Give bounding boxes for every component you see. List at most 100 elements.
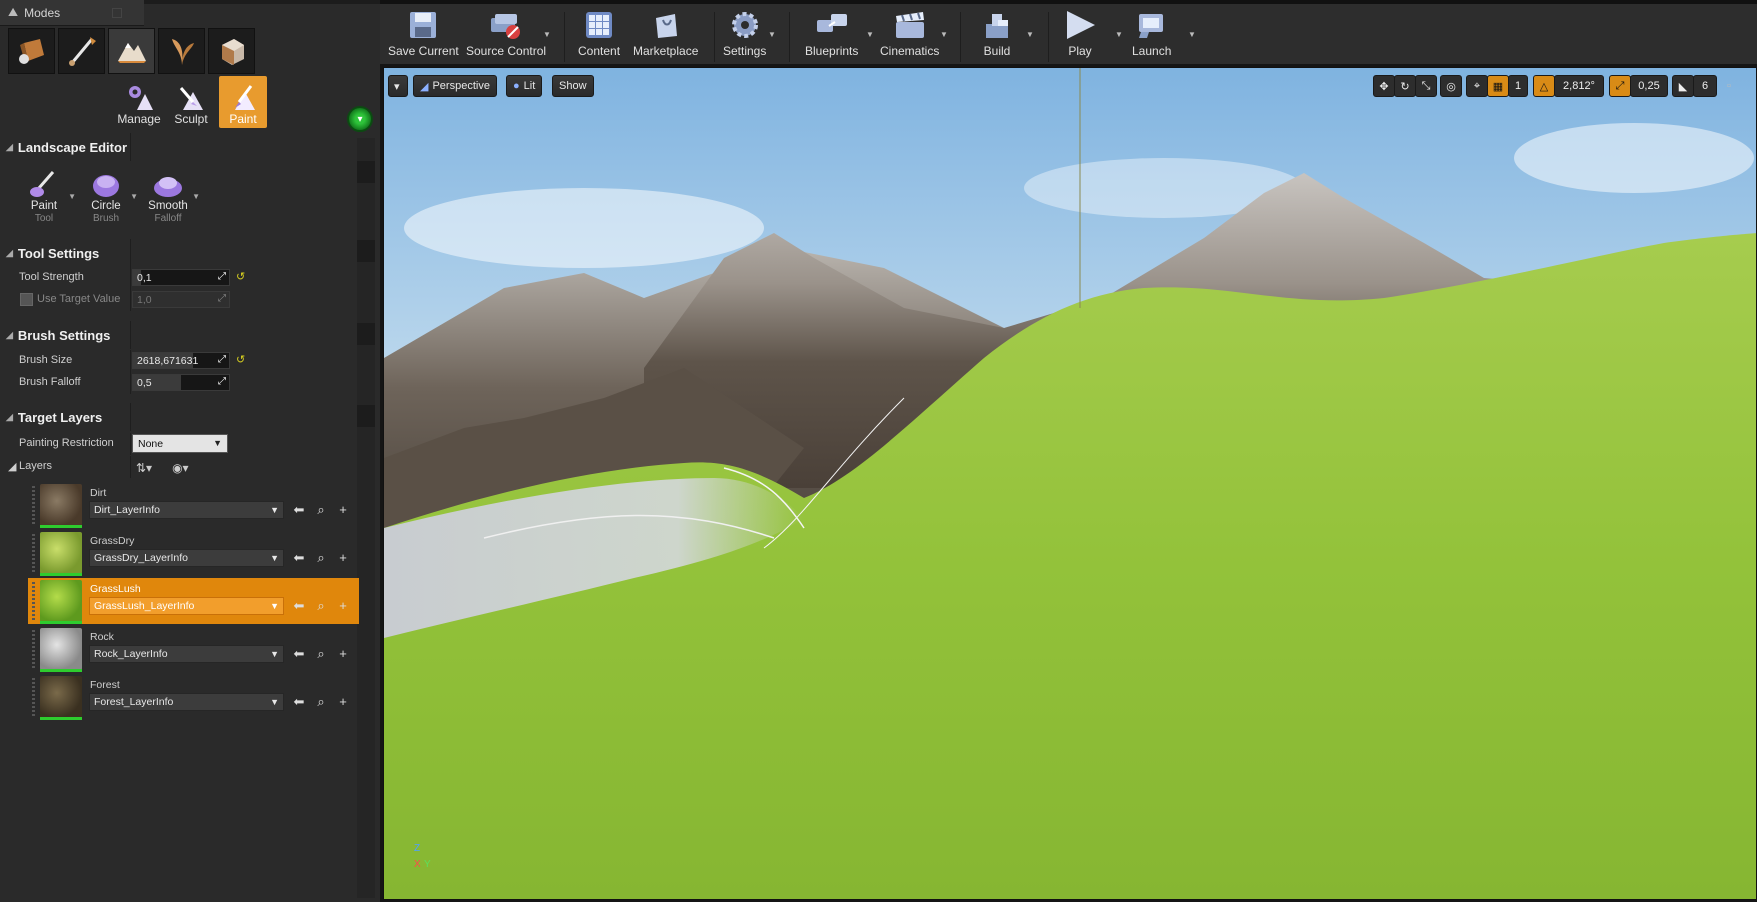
expand-arrows-icon[interactable]: ⤢ [218,376,226,387]
browse-magnifier-icon[interactable]: ⌕ [313,550,329,566]
launch-button[interactable]: Launch [1132,8,1171,58]
camera-speed-icon[interactable]: ◣ [1672,75,1694,97]
use-selected-arrow-icon[interactable]: ⬅ [291,550,307,566]
layer-row[interactable]: Dirt Dirt_LayerInfo ▼ ⬅ ⌕ + [28,482,359,528]
close-icon[interactable] [112,8,122,18]
paint-mode-button[interactable] [58,28,105,74]
browse-magnifier-icon[interactable]: ⌕ [313,502,329,518]
build-button[interactable]: Build [980,8,1014,58]
paint-tool-button[interactable]: Paint Tool ▼ [22,168,76,224]
expand-arrows-icon[interactable]: ⤢ [218,354,226,365]
marketplace-button[interactable]: Marketplace [633,8,698,58]
drag-handle[interactable] [32,630,35,668]
section-brush-settings[interactable]: ◢ Brush Settings [0,321,357,349]
use-selected-arrow-icon[interactable]: ⬅ [291,646,307,662]
brush-falloff-input[interactable]: 0,5 ⤢ [132,374,230,391]
painting-restriction-select[interactable]: None ▼ [132,434,228,453]
translate-tool-icon[interactable]: ✥ [1373,75,1395,97]
scale-tool-icon[interactable]: ⤡ [1415,75,1437,97]
mode-indicator-icon[interactable]: ▾ [347,106,373,132]
reset-icon[interactable]: ↺ [236,270,245,283]
surface-snap-icon[interactable]: ⌖ [1466,75,1488,97]
maximize-viewport-icon[interactable]: ▫ [1722,75,1736,97]
manage-mode-button[interactable]: Manage [115,76,163,128]
section-tool-settings[interactable]: ◢ Tool Settings [0,239,357,267]
chevron-down-icon[interactable]: ▼ [768,30,776,39]
tool-strength-input[interactable]: 0,1 ⤢ [132,269,230,286]
lit-button[interactable]: ● Lit [506,75,543,97]
content-button[interactable]: Content [578,8,620,58]
browse-magnifier-icon[interactable]: ⌕ [313,598,329,614]
viewport-options-button[interactable]: ▾ [388,75,408,97]
add-plus-icon[interactable]: + [335,646,351,661]
add-plus-icon[interactable]: + [335,694,351,709]
cinematics-button[interactable]: Cinematics [880,8,939,58]
settings-button[interactable]: Settings [723,8,766,58]
chevron-down-icon[interactable]: ▼ [1115,30,1123,39]
use-selected-arrow-icon[interactable]: ⬅ [291,694,307,710]
expand-arrows-icon[interactable]: ⤢ [218,271,226,282]
add-plus-icon[interactable]: + [335,502,351,517]
layer-info-select[interactable]: GrassLush_LayerInfo ▼ [89,597,284,615]
browse-magnifier-icon[interactable]: ⌕ [313,694,329,710]
grid-size-value[interactable]: 1 [1508,75,1528,97]
layer-info-select[interactable]: Rock_LayerInfo ▼ [89,645,284,663]
play-button[interactable]: Play [1063,8,1097,58]
modes-tab[interactable]: ⛰ Modes [0,0,144,26]
place-mode-button[interactable] [8,28,55,74]
camera-speed-value[interactable]: 6 [1693,75,1717,97]
smooth-falloff-button[interactable]: Smooth Falloff ▼ [146,168,200,224]
reset-icon[interactable]: ↺ [236,353,245,366]
level-viewport[interactable]: ▾ ◢ Perspective ● Lit Show ✥ ↻ ⤡ ◎ ⌖ ▦ 1… [383,67,1757,900]
circle-brush-button[interactable]: Circle Brush ▼ [84,168,138,224]
chevron-down-icon[interactable]: ▼ [543,30,551,39]
chevron-down-icon[interactable]: ▼ [130,192,138,201]
layer-info-select[interactable]: GrassDry_LayerInfo ▼ [89,549,284,567]
chevron-down-icon[interactable]: ▼ [192,192,200,201]
blueprints-button[interactable]: Blueprints [805,8,858,58]
layer-row[interactable]: Rock Rock_LayerInfo ▼ ⬅ ⌕ + [28,626,359,672]
drag-handle[interactable] [32,678,35,716]
foliage-mode-button[interactable] [158,28,205,74]
drag-handle[interactable] [32,534,35,572]
sort-layers-icon[interactable]: ⇅▾ [136,461,152,475]
geometry-mode-button[interactable] [208,28,255,74]
layer-info-select[interactable]: Forest_LayerInfo ▼ [89,693,284,711]
visibility-eye-icon[interactable]: ◉▾ [172,461,189,475]
source-control-button[interactable]: Source Control [466,8,546,58]
layer-row-selected[interactable]: GrassLush GrassLush_LayerInfo ▼ ⬅ ⌕ + [28,578,359,624]
chevron-down-icon[interactable]: ▼ [940,30,948,39]
layer-info-select[interactable]: Dirt_LayerInfo ▼ [89,501,284,519]
drag-handle[interactable] [32,582,35,620]
chevron-down-icon[interactable]: ▼ [1026,30,1034,39]
chevron-down-icon[interactable]: ▼ [1188,30,1196,39]
world-local-icon[interactable]: ◎ [1440,75,1462,97]
add-plus-icon[interactable]: + [335,598,351,613]
grid-snap-icon[interactable]: ▦ [1487,75,1509,97]
landscape-mode-button[interactable] [108,28,155,74]
section-landscape-editor[interactable]: ◢ Landscape Editor [0,133,357,161]
rotate-tool-icon[interactable]: ↻ [1394,75,1416,97]
chevron-down-icon[interactable]: ▼ [866,30,874,39]
scale-snap-icon[interactable]: ⤢ [1609,75,1631,97]
layers-collapse-icon[interactable]: ◢ [8,460,16,473]
scale-snap-value[interactable]: 0,25 [1630,75,1668,97]
perspective-button[interactable]: ◢ Perspective [413,75,497,97]
section-target-layers[interactable]: ◢ Target Layers [0,403,357,431]
use-target-value-checkbox[interactable] [20,293,33,306]
show-button[interactable]: Show [552,75,594,97]
brush-size-input[interactable]: 2618,671631 ⤢ [132,352,230,369]
add-plus-icon[interactable]: + [335,550,351,565]
sculpt-mode-button[interactable]: Sculpt [167,76,215,128]
rotation-snap-value[interactable]: 2,812° [1554,75,1604,97]
drag-handle[interactable] [32,486,35,524]
browse-magnifier-icon[interactable]: ⌕ [313,646,329,662]
save-current-button[interactable]: Save Current [388,8,459,58]
paint-submode-button[interactable]: Paint [219,76,267,128]
layer-row[interactable]: GrassDry GrassDry_LayerInfo ▼ ⬅ ⌕ + [28,530,359,576]
use-selected-arrow-icon[interactable]: ⬅ [291,598,307,614]
layer-row[interactable]: Forest Forest_LayerInfo ▼ ⬅ ⌕ + [28,674,359,720]
chevron-down-icon[interactable]: ▼ [68,192,76,201]
rotation-snap-icon[interactable]: △ [1533,75,1555,97]
use-selected-arrow-icon[interactable]: ⬅ [291,502,307,518]
